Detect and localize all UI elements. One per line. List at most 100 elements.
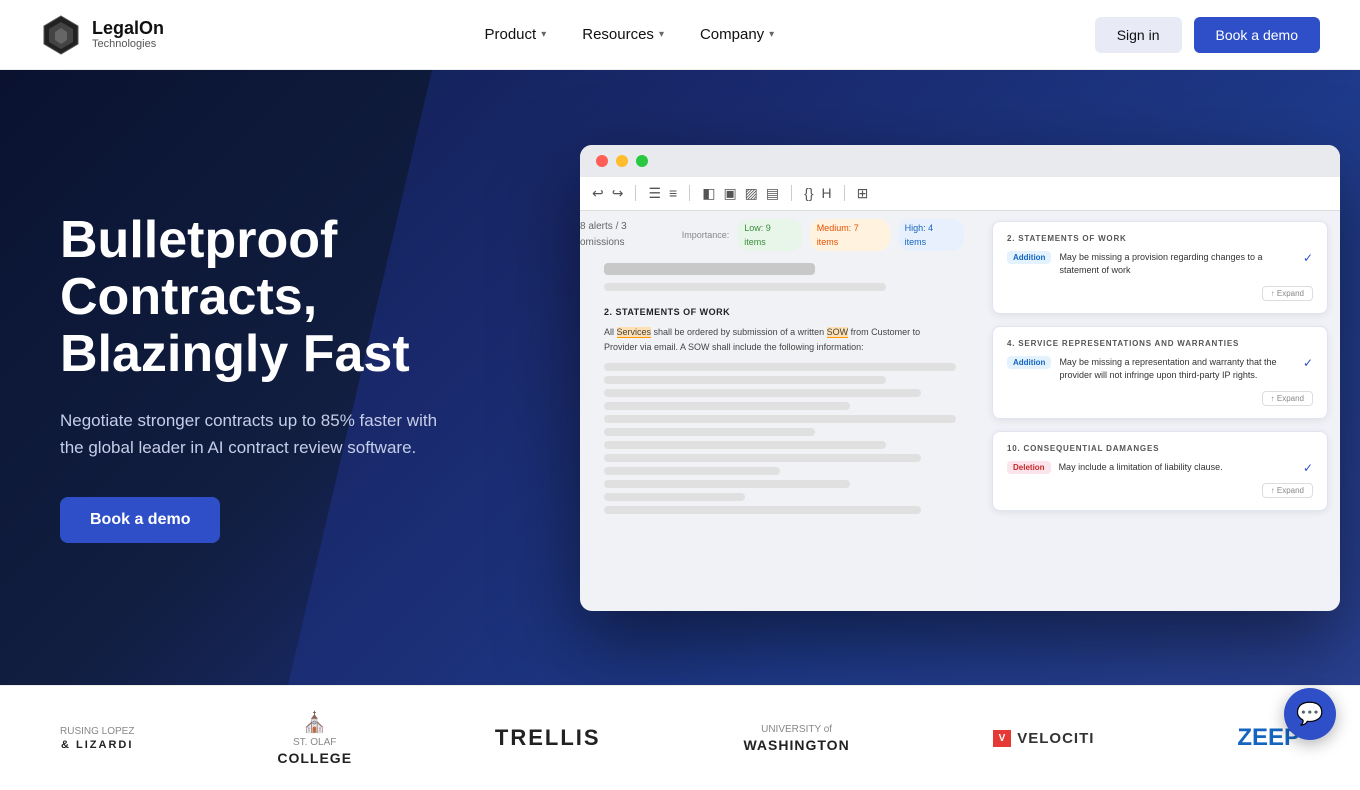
doc-line (604, 493, 745, 501)
hero-left: Bulletproof Contracts, Blazingly Fast Ne… (60, 212, 520, 544)
doc-line (604, 415, 956, 423)
card1-content: Addition May be missing a provision rega… (1007, 251, 1313, 278)
doc-line (604, 283, 886, 291)
chat-bubble-button[interactable]: 💬 (1284, 688, 1336, 740)
nav-actions: Sign in Book a demo (1095, 17, 1320, 53)
card1-text: May be missing a provision regarding cha… (1059, 251, 1295, 278)
expand-button-2[interactable]: ↑ Expand (1262, 391, 1313, 406)
check-icon: ✓ (1303, 356, 1313, 370)
doc-line (604, 363, 956, 371)
logo: LegalOn Technologies (40, 14, 164, 56)
doc-line (604, 467, 780, 475)
card1-section: 2. STATEMENTS OF WORK (1007, 234, 1313, 243)
toolbar-separator (689, 185, 690, 201)
check-icon: ✓ (1303, 461, 1313, 475)
nav-resources[interactable]: Resources ▾ (582, 26, 664, 43)
toolbar-separator (791, 185, 792, 201)
doc-toolbar: ↩ ↪ ☰ ≡ ◧ ▣ ▨ ▤ {} H ⊞ (580, 177, 1340, 211)
expand-button-3[interactable]: ↑ Expand (1262, 483, 1313, 498)
browser-dot-minimize (616, 155, 628, 167)
hero-title: Bulletproof Contracts, Blazingly Fast (60, 212, 520, 384)
badge-medium: Medium: 7 items (810, 219, 890, 252)
brand-name: LegalOn (92, 19, 164, 39)
doc-line (604, 441, 886, 449)
card3-text: May include a limitation of liability cl… (1059, 461, 1295, 475)
doc-section1-para: All Services shall be ordered by submiss… (604, 325, 956, 356)
doc-body: 8 alerts / 3 omissions Importance: Low: … (580, 211, 1340, 611)
importance-label: Importance: (682, 228, 730, 242)
doc-line (604, 428, 815, 436)
check-icon: ✓ (1303, 251, 1313, 265)
align-center-icon[interactable]: ▣ (723, 185, 736, 202)
highlight-sow: SOW (827, 327, 849, 338)
nav-links: Product ▾ Resources ▾ Company ▾ (485, 26, 775, 43)
review-card-3: 10. CONSEQUENTIAL DAMANGES Deletion May … (992, 431, 1328, 511)
card2-section: 4. SERVICE REPRESENTATIONS AND WARRANTIE… (1007, 339, 1313, 348)
chevron-down-icon: ▾ (769, 29, 774, 40)
chevron-down-icon: ▾ (659, 29, 664, 40)
logo-rusing-lopez: RUSING LOPEZ & LIZARDI (60, 726, 134, 751)
doc-line (604, 376, 886, 384)
doc-line (604, 454, 921, 462)
hero-browser-mockup: ↩ ↪ ☰ ≡ ◧ ▣ ▨ ▤ {} H ⊞ (580, 145, 1340, 611)
card2-content: Addition May be missing a representation… (1007, 356, 1313, 383)
doc-line (604, 389, 921, 397)
align-right-icon[interactable]: ▨ (745, 185, 758, 202)
card3-content: Deletion May include a limitation of lia… (1007, 461, 1313, 475)
logo-text: LegalOn Technologies (92, 19, 164, 51)
card2-badge: Addition (1007, 356, 1051, 369)
toolbar-separator (844, 185, 845, 201)
doc-section1-title: 2. STATEMENTS OF WORK (604, 305, 956, 319)
undo-icon[interactable]: ↩ (592, 185, 604, 202)
logo-st-olaf: ⛪ ST. OLAF COLLEGE (277, 710, 352, 766)
book-demo-hero-button[interactable]: Book a demo (60, 497, 220, 543)
redo-icon[interactable]: ↪ (612, 185, 624, 202)
browser-dot-maximize (636, 155, 648, 167)
align-left-icon[interactable]: ◧ (702, 185, 715, 202)
card1-footer: ↑ Expand (1007, 286, 1313, 301)
hero-subtitle: Negotiate stronger contracts up to 85% f… (60, 407, 460, 461)
card3-badge: Deletion (1007, 461, 1051, 474)
badge-low: Low: 9 items (737, 219, 801, 252)
justify-icon[interactable]: ▤ (766, 185, 779, 202)
card3-footer: ↑ Expand (1007, 483, 1313, 498)
logo-velociti: V VELOCITI (993, 730, 1095, 747)
card1-badge: Addition (1007, 251, 1051, 264)
card2-text: May be missing a representation and warr… (1059, 356, 1295, 383)
code-icon[interactable]: {} (804, 185, 813, 201)
nav-product[interactable]: Product ▾ (485, 26, 547, 43)
table-icon[interactable]: ⊞ (857, 185, 869, 202)
navbar: LegalOn Technologies Product ▾ Resources… (0, 0, 1360, 70)
logo-icon (40, 14, 82, 56)
toolbar-separator (635, 185, 636, 201)
list-icon[interactable]: ☰ (648, 185, 661, 202)
chevron-down-icon: ▾ (541, 29, 546, 40)
list-ordered-icon[interactable]: ≡ (669, 185, 677, 201)
doc-stats-bar: 8 alerts / 3 omissions Importance: Low: … (580, 219, 964, 252)
doc-line (604, 506, 921, 514)
browser-window: ↩ ↪ ☰ ≡ ◧ ▣ ▨ ▤ {} H ⊞ (580, 145, 1340, 611)
book-demo-nav-button[interactable]: Book a demo (1194, 17, 1321, 53)
nav-company[interactable]: Company ▾ (700, 26, 774, 43)
card2-footer: ↑ Expand (1007, 391, 1313, 406)
side-cards-panel: 2. STATEMENTS OF WORK Addition May be mi… (980, 211, 1340, 611)
card3-section: 10. CONSEQUENTIAL DAMANGES (1007, 444, 1313, 453)
highlight-services: Services (617, 327, 652, 338)
review-card-2: 4. SERVICE REPRESENTATIONS AND WARRANTIE… (992, 326, 1328, 419)
brand-sub: Technologies (92, 38, 164, 50)
browser-bar (580, 145, 1340, 177)
heading-icon[interactable]: H (822, 185, 832, 201)
chat-icon: 💬 (1296, 701, 1323, 727)
doc-line (604, 480, 850, 488)
expand-button-1[interactable]: ↑ Expand (1262, 286, 1313, 301)
signin-button[interactable]: Sign in (1095, 17, 1182, 53)
doc-line (604, 402, 850, 410)
hero-section: Bulletproof Contracts, Blazingly Fast Ne… (0, 70, 1360, 685)
doc-header-line (604, 263, 815, 275)
review-card-1: 2. STATEMENTS OF WORK Addition May be mi… (992, 221, 1328, 314)
browser-dot-close (596, 155, 608, 167)
logo-washington: UNIVERSITY of WASHINGTON (743, 724, 849, 753)
doc-text-area: 8 alerts / 3 omissions Importance: Low: … (580, 211, 980, 611)
logo-trellis: TRELLIS (495, 725, 601, 751)
badge-high: High: 4 items (898, 219, 964, 252)
